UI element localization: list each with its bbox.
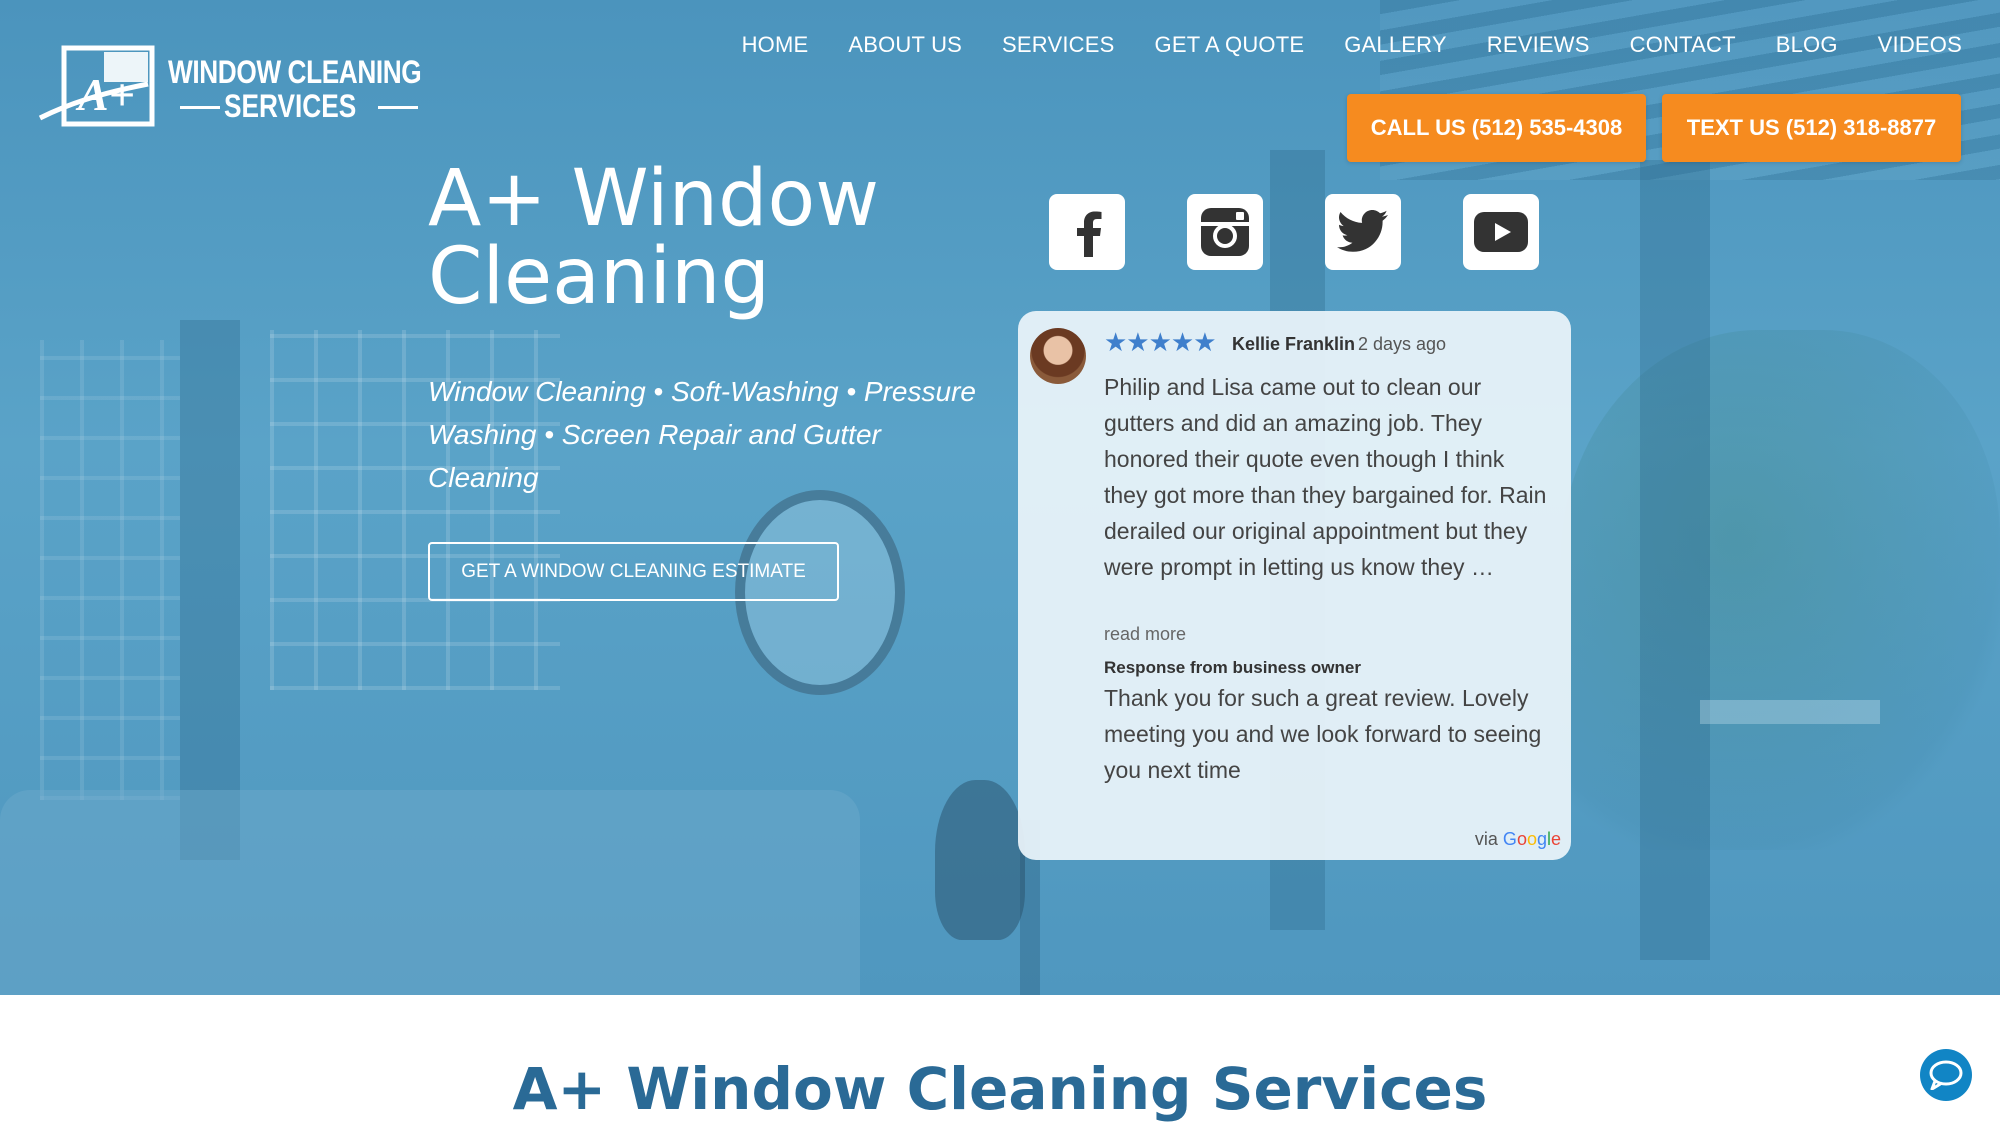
reviewer-name: Kellie Franklin — [1232, 334, 1356, 354]
main-nav: HOME ABOUT US SERVICES GET A QUOTE GALLE… — [702, 32, 1962, 58]
nav-reviews[interactable]: REVIEWS — [1487, 32, 1590, 58]
chat-bubble-icon — [1929, 1060, 1963, 1090]
background-bench — [1700, 700, 1880, 724]
review-time: 2 days ago — [1358, 334, 1447, 354]
youtube-link[interactable] — [1463, 194, 1539, 270]
nav-get-a-quote[interactable]: GET A QUOTE — [1155, 32, 1305, 58]
instagram-link[interactable] — [1187, 194, 1263, 270]
owner-response: Thank you for such a great review. Lovel… — [1104, 685, 1542, 783]
background-trellis — [40, 340, 180, 800]
nav-videos[interactable]: VIDEOS — [1878, 32, 1962, 58]
review-text: Philip and Lisa came out to clean our gu… — [1104, 374, 1547, 580]
background-couch — [0, 790, 860, 995]
hero-headline: A+ Window Cleaning — [428, 154, 880, 322]
logo-text-line2: SERVICES — [224, 88, 357, 124]
nav-gallery[interactable]: GALLERY — [1344, 32, 1447, 58]
hero-tagline: Window Cleaning • Soft-Washing • Pressur… — [428, 376, 976, 493]
site-logo[interactable]: A+ WINDOW CLEANING SERVICES — [38, 44, 422, 130]
background-post — [1640, 160, 1710, 960]
call-us-button[interactable]: CALL US (512) 535-4308 — [1347, 94, 1646, 162]
estimate-button[interactable]: GET A WINDOW CLEANING ESTIMATE — [428, 542, 839, 601]
background-plants — [1560, 330, 2000, 850]
via-label: via — [1474, 829, 1498, 849]
nav-contact[interactable]: CONTACT — [1630, 32, 1736, 58]
logo-mark-icon: A+ — [38, 45, 155, 127]
review-source: via Google — [1475, 829, 1561, 850]
facebook-icon — [1077, 211, 1102, 257]
instagram-icon — [1201, 208, 1249, 256]
text-us-button[interactable]: TEXT US (512) 318-8877 — [1662, 94, 1961, 162]
google-logo: Google — [1502, 829, 1561, 849]
rating-stars: ★★★★★ — [1104, 327, 1217, 357]
background-post — [180, 320, 240, 860]
logo-text-line1: WINDOW CLEANING — [168, 54, 422, 90]
nav-about-us[interactable]: ABOUT US — [848, 32, 962, 58]
logo-dash — [180, 106, 220, 109]
nav-services[interactable]: SERVICES — [1002, 32, 1114, 58]
twitter-link[interactable] — [1325, 194, 1401, 270]
nav-blog[interactable]: BLOG — [1776, 32, 1838, 58]
facebook-link[interactable] — [1049, 194, 1125, 270]
youtube-icon — [1474, 212, 1528, 252]
review-card: ★★★★★ Kellie Franklin 2 days ago Philip … — [1018, 311, 1571, 860]
svg-text:A+: A+ — [75, 69, 135, 120]
section-title: A+ Window Cleaning Services — [512, 1055, 1488, 1123]
logo-dash — [378, 106, 418, 109]
twitter-icon — [1337, 210, 1388, 252]
response-heading: Response from business owner — [1104, 658, 1361, 677]
chat-button[interactable] — [1920, 1049, 1972, 1101]
background-vase — [935, 780, 1025, 940]
read-more-link[interactable]: read more — [1104, 624, 1186, 645]
avatar — [1030, 328, 1086, 384]
nav-home[interactable]: HOME — [742, 32, 809, 58]
